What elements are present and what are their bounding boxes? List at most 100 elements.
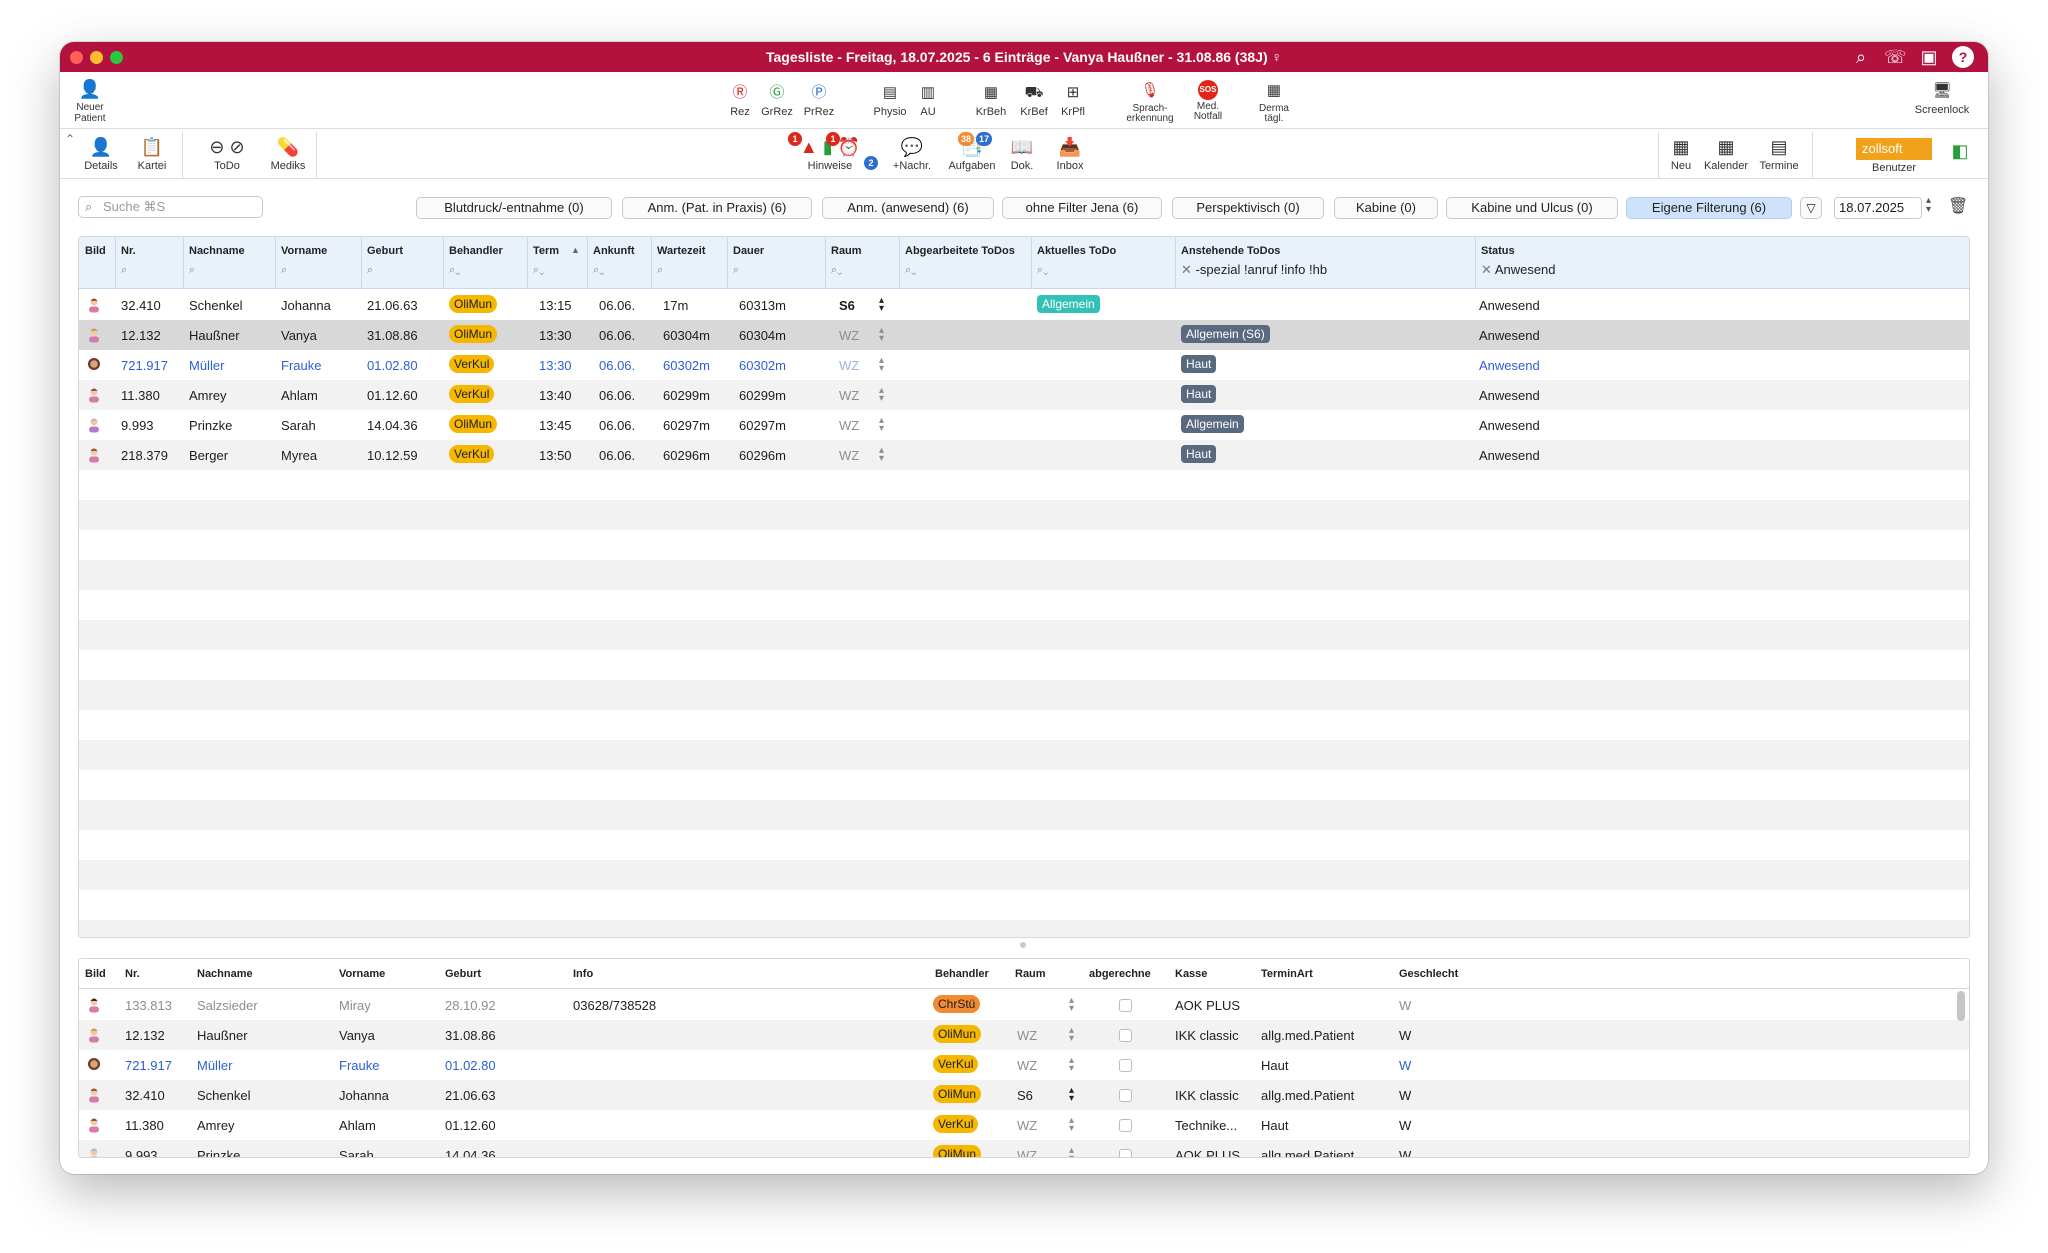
- abgerechnet-checkbox[interactable]: [1119, 1119, 1132, 1132]
- table-row[interactable]: 218.379 Berger Myrea 10.12.59 VerKul 13:…: [79, 440, 1969, 470]
- cell-raum[interactable]: S6: [839, 298, 855, 313]
- table-row[interactable]: 12.132 Haußner Vanya 31.08.86 OliMun 13:…: [79, 320, 1969, 350]
- anstehende-todo-tag[interactable]: Allgemein: [1181, 415, 1244, 433]
- table-row[interactable]: 9.993 Prinzke Sarah 14.04.36 OliMun 13:4…: [79, 410, 1969, 440]
- krbef-button[interactable]: ⛟ KrBef: [1018, 82, 1050, 118]
- filter-ohne-jena[interactable]: ohne Filter Jena (6): [1002, 197, 1162, 219]
- col-nachname[interactable]: Nachname: [197, 968, 253, 980]
- col-behandler[interactable]: Behandler: [935, 968, 989, 980]
- col-geburt[interactable]: Geburt: [445, 968, 481, 980]
- room-stepper[interactable]: ▴▾: [1069, 1146, 1074, 1158]
- room-stepper[interactable]: ▴▾: [1069, 1086, 1074, 1104]
- room-stepper[interactable]: ▴▾: [1069, 1116, 1074, 1134]
- abgerechnet-checkbox[interactable]: [1119, 1029, 1132, 1042]
- filter-kabine-ulcus[interactable]: Kabine und Ulcus (0): [1446, 197, 1618, 219]
- nachricht-button[interactable]: 💬 +Nachr.: [884, 136, 940, 172]
- anstehende-todo-tag[interactable]: Haut: [1181, 385, 1217, 403]
- date-stepper[interactable]: ▴ ▾: [1926, 196, 1931, 215]
- col-geburt[interactable]: Geburt: [367, 245, 403, 257]
- benutzer-label[interactable]: Benutzer: [1856, 162, 1932, 174]
- col-status[interactable]: Status: [1481, 245, 1515, 257]
- clear-filter-icon[interactable]: ✕: [1481, 262, 1492, 277]
- abgerechnet-checkbox[interactable]: [1119, 1149, 1132, 1157]
- date-field[interactable]: 18.07.2025: [1834, 197, 1922, 219]
- search-input[interactable]: ⌕ Suche ⌘S: [78, 196, 263, 218]
- split-handle[interactable]: [1020, 942, 1026, 948]
- col-terminart[interactable]: TerminArt: [1261, 968, 1313, 980]
- table-row[interactable]: 721.917 Müller Frauke 01.02.80 VerKul WZ…: [79, 1050, 1969, 1080]
- filter-icon[interactable]: ⌕⌄: [449, 264, 460, 277]
- cell-raum[interactable]: WZ: [839, 388, 859, 403]
- filter-icon[interactable]: ⌕⌄: [593, 264, 604, 277]
- details-button[interactable]: 👤 Details: [80, 136, 122, 172]
- room-stepper[interactable]: ▴▾: [1069, 1056, 1074, 1074]
- room-stepper[interactable]: ▴▾: [879, 446, 884, 464]
- cell-raum[interactable]: WZ: [839, 358, 859, 373]
- grrez-button[interactable]: Ⓖ GrRez: [760, 82, 794, 118]
- anstehende-todo-tag[interactable]: Allgemein (S6): [1181, 325, 1270, 343]
- room-stepper[interactable]: ▴▾: [879, 326, 884, 344]
- new-patient-button[interactable]: 👤 Neuer Patient: [70, 78, 110, 124]
- filter-icon[interactable]: ⌕: [281, 264, 287, 277]
- cell-raum[interactable]: S6: [1017, 1088, 1033, 1103]
- cell-raum[interactable]: WZ: [839, 328, 859, 343]
- notfall-button[interactable]: SOS Med. Notfall: [1186, 80, 1230, 122]
- col-info[interactable]: Info: [573, 968, 593, 980]
- col-vorname[interactable]: Vorname: [281, 245, 327, 257]
- filter-eigene[interactable]: Eigene Filterung (6): [1626, 197, 1792, 219]
- trash-icon[interactable]: 🗑: [1948, 196, 1968, 216]
- filter-icon[interactable]: ⌕⌄: [831, 264, 842, 277]
- room-stepper[interactable]: ▴▾: [879, 416, 884, 434]
- col-raum[interactable]: Raum: [831, 245, 862, 257]
- room-stepper[interactable]: ▴▾: [1069, 996, 1074, 1014]
- inbox-button[interactable]: 📥 Inbox: [1052, 136, 1088, 172]
- filter-icon[interactable]: ⌕: [367, 264, 373, 277]
- filter-icon[interactable]: ⌕⌄: [1037, 264, 1048, 277]
- table-row[interactable]: 32.410 Schenkel Johanna 21.06.63 OliMun …: [79, 290, 1969, 320]
- prrez-button[interactable]: Ⓟ PrRez: [802, 82, 836, 118]
- neu-button[interactable]: ▦ Neu: [1666, 136, 1696, 172]
- hinweise-button[interactable]: ▲ ▮ ⏰ Hinweise 1 1 2: [780, 132, 880, 172]
- anstehende-filter[interactable]: ✕ -spezial !anruf !info !hb: [1181, 262, 1327, 278]
- table-row[interactable]: 9.993 Prinzke Sarah 14.04.36 OliMun WZ ▴…: [79, 1140, 1969, 1158]
- table-row[interactable]: 133.813 Salzsieder Miray 28.10.92 03628/…: [79, 990, 1969, 1020]
- room-stepper[interactable]: ▴▾: [879, 296, 884, 314]
- vertical-scrollbar[interactable]: [1957, 991, 1965, 1021]
- kalender-button[interactable]: ▦ Kalender: [1700, 136, 1752, 172]
- cell-raum[interactable]: WZ: [1017, 1058, 1037, 1073]
- krpfl-button[interactable]: ⊞ KrPfl: [1058, 82, 1088, 118]
- dokumente-button[interactable]: 📖 Dok.: [1006, 136, 1038, 172]
- sort-asc-icon[interactable]: ▲: [571, 245, 580, 255]
- filter-icon[interactable]: ⌕: [733, 264, 739, 277]
- filter-icon[interactable]: ⌕⌄: [533, 264, 544, 277]
- cell-raum[interactable]: WZ: [839, 448, 859, 463]
- cell-raum[interactable]: WZ: [839, 418, 859, 433]
- abgerechnet-checkbox[interactable]: [1119, 999, 1132, 1012]
- filter-icon[interactable]: ⌕: [189, 264, 195, 277]
- screenlock-button[interactable]: 🖥 Screenlock: [1912, 80, 1972, 116]
- krbeh-button[interactable]: ▦ KrBeh: [974, 82, 1008, 118]
- col-kasse[interactable]: Kasse: [1175, 968, 1207, 980]
- col-abgearbeitete[interactable]: Abgearbeitete ToDos: [905, 245, 1031, 257]
- anstehende-todo-tag[interactable]: Haut: [1181, 445, 1217, 463]
- cell-raum[interactable]: WZ: [1017, 1028, 1037, 1043]
- abgerechnet-checkbox[interactable]: [1119, 1059, 1132, 1072]
- room-stepper[interactable]: ▴▾: [1069, 1026, 1074, 1044]
- anstehende-todo-tag[interactable]: Haut: [1181, 355, 1217, 373]
- filter-anm-anwesend[interactable]: Anm. (anwesend) (6): [822, 197, 994, 219]
- rez-button[interactable]: Ⓡ Rez: [726, 82, 754, 118]
- physio-button[interactable]: ▤ Physio: [872, 82, 908, 118]
- user-status-icon[interactable]: ◧: [1946, 140, 1974, 164]
- col-aktuelles[interactable]: Aktuelles ToDo: [1037, 245, 1116, 257]
- col-abgerechnet[interactable]: abgerechne: [1089, 968, 1151, 980]
- kartei-button[interactable]: 📋 Kartei: [134, 136, 170, 172]
- clear-filter-icon[interactable]: ✕: [1181, 262, 1192, 277]
- col-term[interactable]: Term: [533, 245, 563, 257]
- col-ankunft[interactable]: Ankunft: [593, 245, 635, 257]
- col-geschlecht[interactable]: Geschlecht: [1399, 968, 1458, 980]
- abgerechnet-checkbox[interactable]: [1119, 1089, 1132, 1102]
- filter-icon[interactable]: ⌕: [657, 264, 663, 277]
- aktuelles-todo-tag[interactable]: Allgemein: [1037, 295, 1100, 313]
- col-bild[interactable]: Bild: [85, 968, 106, 980]
- funnel-icon[interactable]: ▽: [1800, 197, 1822, 219]
